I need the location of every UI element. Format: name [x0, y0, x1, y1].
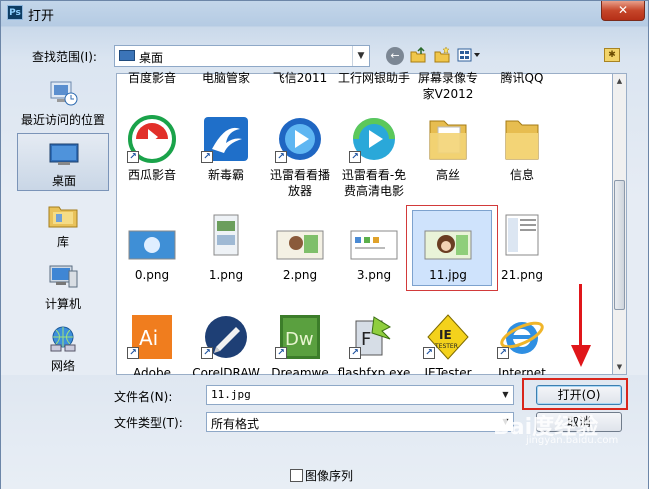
- place-label: 最近访问的位置: [20, 113, 105, 127]
- annotation-arrow: [579, 284, 582, 346]
- svg-text:F: F: [361, 329, 371, 350]
- look-in-combo[interactable]: 桌面 ▼: [114, 45, 370, 67]
- scroll-up-icon[interactable]: ▲: [613, 74, 626, 88]
- place-network[interactable]: 网络: [17, 319, 109, 377]
- shortcut-arrow-icon: ↗: [349, 347, 361, 359]
- file-name: 工行网银助手: [338, 71, 411, 85]
- close-button[interactable]: ✕: [601, 1, 645, 21]
- watermark-url: jingyan.baidu.com: [526, 435, 619, 446]
- scroll-thumb[interactable]: [614, 180, 625, 310]
- views-icon: [457, 48, 480, 62]
- desktop-icon: [49, 143, 79, 165]
- shortcut-arrow-icon: ↗: [423, 347, 435, 359]
- file-name: 百度影音: [127, 71, 176, 85]
- file-name-label: 文件名(N):: [114, 390, 173, 404]
- new-folder-icon: [434, 46, 450, 63]
- svg-text:IE: IE: [439, 328, 452, 342]
- shortcut-arrow-icon: ↗: [275, 151, 287, 163]
- image-thumbnail-icon: [128, 230, 176, 260]
- photoshop-app-icon: Ps: [7, 5, 23, 20]
- file-name: 2.png: [282, 268, 318, 282]
- file-name: 0.png: [134, 268, 170, 282]
- libraries-icon: [48, 206, 78, 228]
- shortcut-arrow-icon: ↗: [127, 347, 139, 359]
- shortcut-arrow-icon: ↗: [127, 151, 139, 163]
- look-in-label: 查找范围(I):: [32, 50, 97, 64]
- file-type-select[interactable]: 所有格式 ▼: [206, 412, 514, 432]
- file-name: 11.jpg: [429, 268, 467, 282]
- file-name: 新毒霸: [207, 168, 244, 182]
- file-name: 迅雷看看-免费高清电影: [341, 168, 407, 198]
- scroll-down-icon[interactable]: ▼: [613, 360, 626, 374]
- image-thumbnail-icon: [350, 230, 398, 260]
- file-name: 信息: [509, 168, 534, 182]
- computer-icon: [49, 265, 78, 288]
- file-name: 21.png: [501, 268, 543, 282]
- image-sequence-label: 图像序列: [305, 469, 354, 483]
- views-menu-button[interactable]: [457, 47, 481, 65]
- network-icon: [50, 326, 76, 352]
- shortcut-arrow-icon: ↗: [275, 347, 287, 359]
- place-label: 桌面: [51, 174, 76, 188]
- file-name-input[interactable]: 11.jpg ▼: [206, 385, 514, 405]
- image-sequence-option[interactable]: 图像序列: [290, 467, 353, 484]
- recent-places-icon: [50, 81, 78, 106]
- chevron-down-icon[interactable]: ▼: [352, 46, 369, 66]
- svg-text:Dw: Dw: [285, 329, 314, 350]
- chevron-down-icon[interactable]: ▼: [498, 386, 513, 404]
- place-label: 网络: [50, 359, 75, 373]
- place-label: 库: [56, 235, 69, 249]
- file-name: 屏幕录像专家V2012: [417, 71, 478, 101]
- image-thumbnail-icon: [213, 214, 239, 256]
- file-name: 高丝: [435, 168, 460, 182]
- image-thumbnail-icon: [424, 230, 472, 260]
- file-name: 飞信2011: [272, 71, 328, 85]
- image-thumbnail-icon: [276, 230, 324, 260]
- open-dialog: Ps 打开 ✕ 查找范围(I): 桌面 ▼ ← ✱ 最近访问的位置 桌面 库 计…: [0, 0, 649, 489]
- place-label: 计算机: [44, 297, 81, 311]
- shortcut-arrow-icon: ↗: [349, 151, 361, 163]
- title-bar: Ps 打开 ✕: [1, 1, 649, 25]
- place-desktop[interactable]: 桌面: [17, 133, 109, 191]
- file-name: 西瓜影音: [127, 168, 176, 182]
- look-in-value: 桌面: [139, 51, 164, 65]
- shortcut-arrow-icon: ↗: [201, 347, 213, 359]
- back-button[interactable]: ←: [386, 47, 404, 65]
- shortcut-arrow-icon: ↗: [497, 347, 509, 359]
- file-name: 迅雷看看播放器: [269, 168, 330, 198]
- up-folder-icon: [410, 46, 426, 63]
- file-type-label: 文件类型(T):: [114, 416, 183, 430]
- image-thumbnail-icon: [505, 214, 539, 256]
- folder-icon: [429, 120, 467, 160]
- image-sequence-checkbox[interactable]: [290, 469, 303, 482]
- file-name: 1.png: [208, 268, 244, 282]
- file-type-value: 所有格式: [211, 417, 260, 431]
- file-name: 电脑管家: [201, 71, 250, 85]
- svg-text:Ai: Ai: [139, 326, 158, 350]
- place-libraries[interactable]: 库: [17, 195, 109, 253]
- annotation-open-box: [522, 378, 628, 410]
- shortcut-arrow-icon: ↗: [201, 151, 213, 163]
- desktop-icon: [119, 50, 135, 61]
- places-bar: 最近访问的位置 桌面 库 计算机 网络: [17, 73, 109, 375]
- file-name-value: 11.jpg: [211, 388, 251, 401]
- vertical-scrollbar[interactable]: ▲ ▼: [612, 73, 627, 375]
- annotation-arrow-head: [571, 345, 591, 367]
- file-name: 腾讯QQ: [500, 71, 544, 85]
- new-folder-button[interactable]: [433, 46, 451, 65]
- dialog-title: 打开: [28, 9, 55, 24]
- place-computer[interactable]: 计算机: [17, 257, 109, 315]
- file-name: 3.png: [356, 268, 392, 282]
- star-folder-icon[interactable]: ✱: [604, 48, 620, 62]
- folder-icon: [505, 120, 539, 160]
- svg-text:TESTER: TESTER: [434, 343, 458, 350]
- place-recent[interactable]: 最近访问的位置: [17, 73, 109, 131]
- up-folder-button[interactable]: [409, 46, 427, 65]
